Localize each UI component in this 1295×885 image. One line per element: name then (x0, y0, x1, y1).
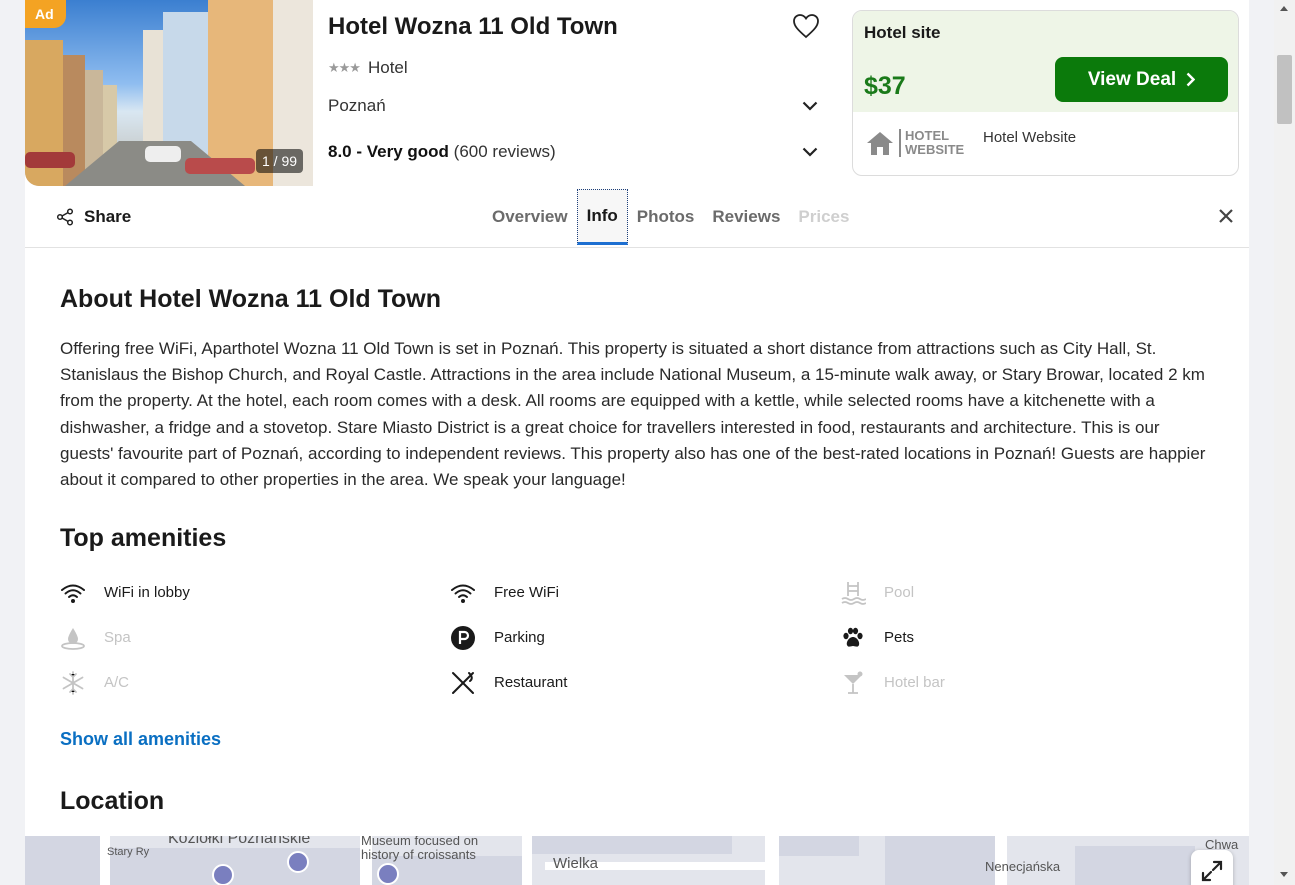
map-poi-label: Koziołki Poznańskie (168, 836, 311, 847)
map-poi-label: Museum focused on (361, 836, 479, 848)
amenities-heading: Top amenities (60, 524, 227, 552)
map-street-label: Nenecjańska (985, 859, 1061, 874)
amenity-restaurant: Restaurant (450, 660, 840, 705)
heart-icon[interactable] (792, 13, 820, 39)
share-label: Share (84, 207, 132, 226)
share-icon (56, 208, 74, 226)
provider-name: Hotel Website (983, 129, 1077, 146)
deal-box: Hotel site $37 View Deal HOTEL WEBSITE Ho… (852, 10, 1239, 176)
paw-icon (843, 627, 863, 647)
share-button[interactable]: Share (56, 207, 131, 227)
map-poi-label: history of croissants (361, 847, 476, 862)
amenity-parking: Parking (450, 615, 840, 660)
hotel-detail-card: Ad 1 / 99 Hotel Wozna 11 Old Town ★★★ Ho… (25, 0, 1249, 885)
house-icon (867, 132, 893, 155)
spa-icon (61, 627, 85, 650)
location-heading: Location (60, 787, 165, 815)
map-street-label: Stary Ry (107, 846, 150, 858)
close-icon[interactable] (1218, 208, 1234, 224)
cocktail-icon (844, 671, 863, 694)
location-map[interactable]: Stary Ry Koziołki Poznańskie Museum focu… (25, 836, 1249, 885)
expand-map-button[interactable] (1191, 850, 1233, 885)
amenity-free-wifi: Free WiFi (450, 570, 840, 615)
museum-pin-icon[interactable] (377, 863, 399, 885)
hotel-title: Hotel Wozna 11 Old Town (328, 13, 618, 40)
chevron-down-icon (802, 147, 818, 157)
tab-prices[interactable]: Prices (789, 189, 858, 245)
amenity-wifi-in-lobby: WiFi in lobby (60, 570, 450, 615)
star-rating: ★★★ Hotel (328, 58, 408, 78)
map-street-label: Wielka (553, 855, 599, 872)
tab-info[interactable]: Info (576, 189, 628, 245)
amenity-pool: Pool (840, 570, 1230, 615)
amenity-ac: A/C (60, 660, 450, 705)
amenity-label: Pets (884, 629, 915, 646)
rating-summary: 8.0 - Very good (600 reviews) (328, 142, 556, 162)
show-all-amenities-link[interactable]: Show all amenities (60, 729, 221, 750)
amenity-spa: Spa (60, 615, 450, 660)
location-label: Poznań (328, 96, 386, 115)
amenity-label: Parking (494, 629, 545, 646)
snowflake-icon (62, 670, 84, 695)
ad-badge: Ad (25, 0, 66, 28)
camera-pin-icon[interactable] (212, 864, 234, 885)
hotel-photo[interactable]: Ad 1 / 99 (25, 0, 313, 186)
amenity-pets: Pets (840, 615, 1230, 660)
fork-knife-icon (452, 671, 474, 694)
rating-score: 8.0 - Very good (328, 142, 449, 161)
about-description: Offering free WiFi, Aparthotel Wozna 11 … (60, 339, 1206, 490)
tab-list: Overview Info Photos Reviews Prices (483, 189, 858, 245)
view-deal-button[interactable]: View Deal (1055, 57, 1228, 102)
amenity-label: WiFi in lobby (104, 584, 190, 601)
about-heading: About Hotel Wozna 11 Old Town (60, 285, 442, 313)
amenity-label: Pool (884, 584, 915, 601)
location-dropdown[interactable]: Poznań (328, 96, 818, 116)
amenity-label: Restaurant (494, 674, 568, 691)
parking-icon (451, 625, 475, 650)
pool-icon (841, 581, 866, 605)
wifi-icon (61, 584, 85, 603)
hotel-website-logo: HOTEL WEBSITE (865, 129, 964, 157)
scroll-down-arrow-icon[interactable] (1280, 872, 1288, 877)
logo-line-1: HOTEL (905, 128, 950, 143)
review-count: (600 reviews) (453, 142, 556, 161)
detail-tabbar: Share Overview Info Photos Reviews Price… (25, 186, 1249, 248)
amenities-grid: WiFi in lobby Free WiFi Pool Spa Parking… (60, 570, 1230, 705)
amenity-hotel-bar: Hotel bar (840, 660, 1230, 705)
scroll-thumb[interactable] (1277, 55, 1292, 124)
page-scrollbar[interactable] (1274, 0, 1295, 885)
logo-line-2: WEBSITE (905, 142, 965, 157)
deal-price: $37 (864, 72, 906, 100)
tab-photos[interactable]: Photos (628, 189, 704, 245)
amenity-label: Free WiFi (494, 584, 559, 601)
view-deal-label: View Deal (1087, 68, 1177, 90)
camera-pin-icon[interactable] (287, 851, 309, 873)
property-type: Hotel (367, 58, 408, 77)
amenity-label: A/C (104, 674, 130, 691)
expand-icon (1201, 860, 1223, 882)
deal-site-label: Hotel site (864, 23, 941, 42)
amenity-label: Hotel bar (884, 674, 945, 691)
amenity-label: Spa (104, 629, 131, 646)
rating-dropdown[interactable]: 8.0 - Very good (600 reviews) (328, 142, 818, 162)
tab-reviews[interactable]: Reviews (703, 189, 789, 245)
chevron-down-icon (802, 101, 818, 111)
wifi-icon (451, 584, 475, 603)
star-icons: ★★★ (328, 60, 361, 75)
scroll-up-arrow-icon[interactable] (1280, 6, 1288, 11)
chevron-right-icon (1186, 72, 1196, 87)
photo-counter: 1 / 99 (256, 149, 304, 173)
tab-overview[interactable]: Overview (483, 189, 577, 245)
